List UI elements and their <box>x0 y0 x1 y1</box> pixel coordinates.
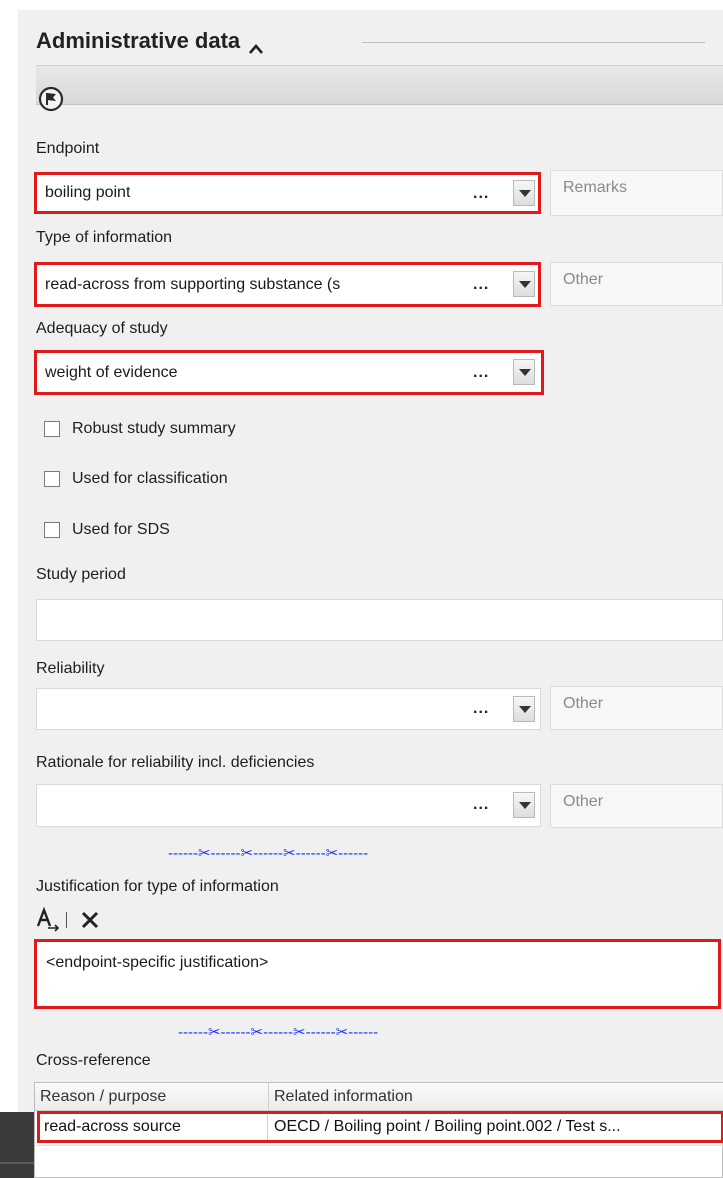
chevron-up-icon[interactable] <box>248 35 264 54</box>
reliability-label: Reliability <box>36 660 105 677</box>
flag-circle-icon[interactable] <box>38 86 64 112</box>
type-of-information-other-placeholder: Other <box>563 271 604 288</box>
cross-reference-table: Reason / purpose Related information rea… <box>34 1082 723 1178</box>
robust-study-summary-checkbox[interactable]: Robust study summary <box>44 420 236 438</box>
rationale-field[interactable]: ... <box>36 784 541 827</box>
adequacy-label: Adequacy of study <box>36 320 168 337</box>
rationale-more-button[interactable]: ... <box>473 796 489 814</box>
reliability-more-button[interactable]: ... <box>473 700 489 718</box>
type-of-information-label: Type of information <box>36 229 173 246</box>
endpoint-field[interactable]: boiling point ... <box>34 172 541 214</box>
type-of-information-value: read-across from supporting substance (s <box>45 275 341 293</box>
section-header[interactable]: Administrative data <box>36 28 264 54</box>
column-header-related[interactable]: Related information <box>269 1083 723 1111</box>
adequacy-value: weight of evidence <box>45 363 178 381</box>
used-for-classification-checkbox[interactable]: Used for classification <box>44 470 228 488</box>
reliability-other-placeholder: Other <box>563 695 604 712</box>
rationale-other-field[interactable]: Other <box>550 784 723 828</box>
toolbar-divider <box>66 912 67 928</box>
cross-reference-label: Cross-reference <box>36 1052 151 1069</box>
checkbox-box[interactable] <box>44 471 60 487</box>
checkbox-label: Used for classification <box>72 470 228 487</box>
used-for-sds-checkbox[interactable]: Used for SDS <box>44 521 170 539</box>
adequacy-field[interactable]: weight of evidence ... <box>34 350 544 395</box>
type-of-information-field[interactable]: read-across from supporting substance (s… <box>34 262 541 307</box>
background-window-line <box>0 1162 34 1164</box>
text-format-icon[interactable] <box>36 906 62 932</box>
adequacy-more-button[interactable]: ... <box>473 364 489 382</box>
justification-label: Justification for type of information <box>36 878 279 895</box>
type-of-information-more-button[interactable]: ... <box>473 276 489 294</box>
endpoint-dropdown-button[interactable] <box>513 180 535 206</box>
reliability-dropdown-button[interactable] <box>513 696 535 722</box>
checkbox-label: Used for SDS <box>72 521 170 538</box>
row-related: OECD / Boiling point / Boiling point.002… <box>274 1118 621 1135</box>
section-title: Administrative data <box>36 28 241 53</box>
adequacy-dropdown-button[interactable] <box>513 359 535 385</box>
table-row-empty[interactable] <box>35 1145 723 1177</box>
rationale-label: Rationale for reliability incl. deficien… <box>36 754 315 771</box>
justification-textarea[interactable]: <endpoint-specific justification> <box>34 939 721 1009</box>
background-window-edge <box>0 1112 34 1178</box>
reliability-other-field[interactable]: Other <box>550 686 723 730</box>
reliability-field[interactable]: ... <box>36 688 541 730</box>
justification-value: <endpoint-specific justification> <box>46 954 269 971</box>
checkbox-label: Robust study summary <box>72 420 236 437</box>
section-title-rule <box>362 42 705 43</box>
endpoint-value: boiling point <box>45 184 131 201</box>
rationale-other-placeholder: Other <box>563 793 604 810</box>
block-separator: ------✂------✂------✂------✂------ <box>168 845 369 862</box>
endpoint-remarks-placeholder: Remarks <box>563 179 628 196</box>
endpoint-more-button[interactable]: ... <box>473 185 489 203</box>
endpoint-remarks-field[interactable]: Remarks <box>550 170 723 216</box>
checkbox-box[interactable] <box>44 421 60 437</box>
clear-x-icon[interactable] <box>80 910 100 930</box>
type-of-information-dropdown-button[interactable] <box>513 271 535 297</box>
checkbox-box[interactable] <box>44 522 60 538</box>
rationale-dropdown-button[interactable] <box>513 792 535 818</box>
row-reason: read-across source <box>40 1114 268 1140</box>
column-header-reason[interactable]: Reason / purpose <box>35 1083 269 1111</box>
study-period-field[interactable] <box>36 599 723 641</box>
study-period-label: Study period <box>36 566 126 583</box>
table-row[interactable]: read-across source OECD / Boiling point … <box>37 1111 723 1143</box>
block-separator: ------✂------✂------✂------✂------ <box>178 1024 379 1041</box>
type-of-information-other-field[interactable]: Other <box>550 262 723 306</box>
section-toolbar <box>36 65 723 105</box>
endpoint-label: Endpoint <box>36 140 100 157</box>
